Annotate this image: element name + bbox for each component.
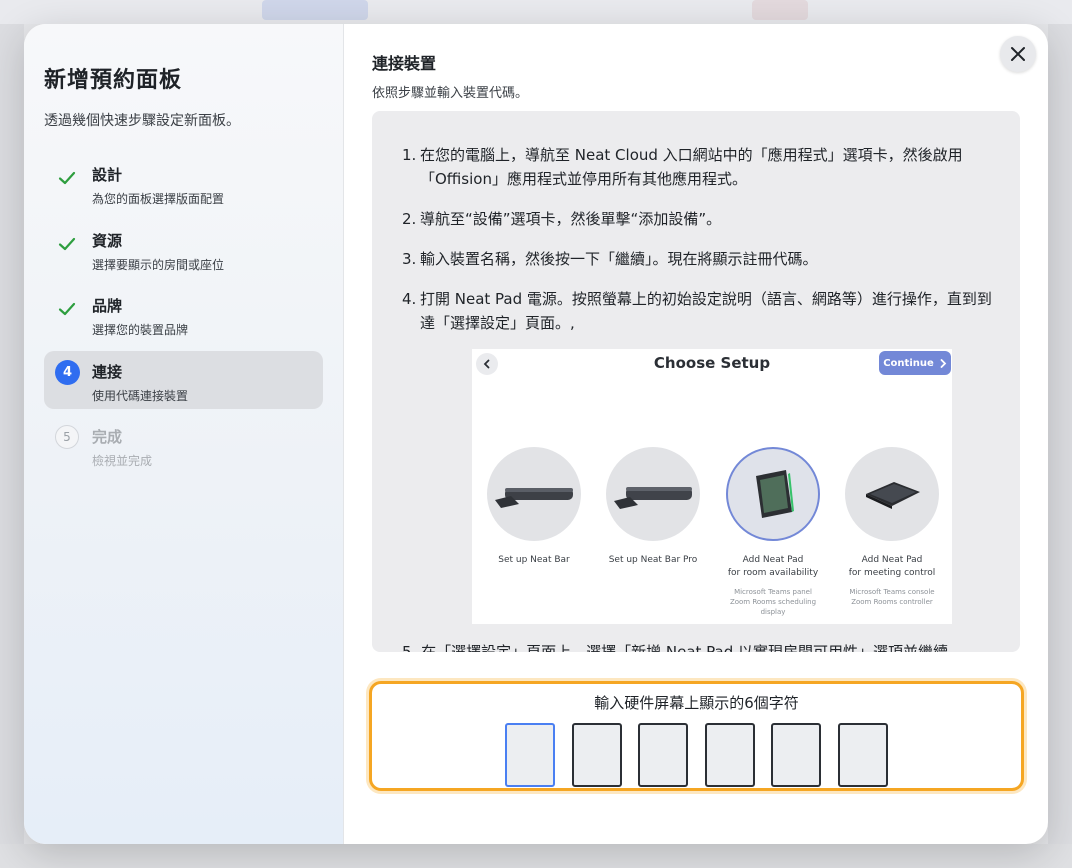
neat-pad-control-image [845,447,939,541]
step-resources[interactable]: 資源 選擇要顯示的房間或座位 [44,220,323,278]
code-cell-4[interactable] [704,723,755,787]
step-finish: 5 完成 檢視並完成 [44,416,323,474]
instruction-number: 4. [402,290,417,308]
chevron-right-icon [940,358,947,368]
instruction-number: 2. [402,210,417,228]
background-bottom [0,844,1072,868]
step-description: 選擇您的裝置品牌 [92,323,189,337]
check-icon [55,232,79,256]
setup-option: Set up Neat Bar Pro [605,447,701,567]
code-cell-5[interactable] [771,723,822,787]
step-label: 資源 [92,231,123,250]
instruction-step: 3. 輸入裝置名稱，然後按一下「繼續」。現在將顯示註冊代碼。 [402,247,996,271]
close-button[interactable] [1000,36,1036,72]
instruction-text: 導航至“設備”選項卡，然後單擊“添加設備”。 [420,210,722,228]
step-connect[interactable]: 4 連接 使用代碼連接裝置 [44,350,323,409]
instruction-number: 1. [402,146,417,164]
step-label: 品牌 [92,297,123,315]
step-label: 設計 [92,166,123,184]
modal-subtitle: 透過幾個快速步驟設定新面板。 [44,113,240,129]
step-label: 連接 [92,362,123,381]
step-description: 使用代碼連接裝置 [92,388,189,403]
setup-option: Add Neat Pad for meeting control Microso… [844,447,940,607]
instruction-text: 輸入裝置名稱，然後按一下「繼續」。現在將顯示註冊代碼。 [420,250,818,268]
step-brand[interactable]: 品牌 選擇您的裝置品牌 [44,285,323,343]
continue-label: Continue [883,357,934,369]
instruction-text: 打開 Neat Pad 電源。按照螢幕上的初始設定說明（語言、網路等）進行操作，… [420,290,992,332]
instructions-list: 1. 在您的電腦上，導航至 Neat Cloud 入口網站中的「應用程式」選項卡… [402,143,996,335]
step-description: 選擇要顯示的房間或座位 [92,257,225,272]
code-entry-label: 輸入硬件屏幕上顯示的6個字符 [594,694,799,712]
setup-option-label: Set up Neat Bar [498,555,570,565]
step-label: 完成 [92,428,123,446]
modal-title: 新增預約面板 [44,68,183,93]
instruction-step: 4. 打開 Neat Pad 電源。按照螢幕上的初始設定說明（語言、網路等）進行… [402,287,996,335]
setup-option-note: Microsoft Teams console Zoom Rooms contr… [849,588,935,606]
background-right [1048,24,1072,868]
code-cell-6[interactable] [837,723,888,787]
wizard-sidebar: 新增預約面板 透過幾個快速步驟設定新面板。 設計 為您的面板選擇版面配置 資源 … [24,24,344,844]
check-icon [55,297,79,321]
neat-bar-pro-image [606,447,700,541]
step-number-badge: 4 [55,359,80,385]
add-panel-modal: 新增預約面板 透過幾個快速步驟設定新面板。 設計 為您的面板選擇版面配置 資源 … [24,24,1048,844]
wizard-steps: 設計 為您的面板選擇版面配置 資源 選擇要顯示的房間或座位 品牌 選擇您的裝置品… [44,154,323,474]
instruction-number: 5. [402,643,417,652]
close-icon [1011,47,1025,61]
instruction-text: 在「選擇設定」頁面上，選擇「新增 Neat Pad 以實現房間可用性」選項並繼續… [421,643,964,652]
instruction-step: 2. 導航至“設備”選項卡，然後單擊“添加設備”。 [402,207,996,231]
setup-continue-badge: Continue [879,351,951,375]
device-code-entry: 輸入硬件屏幕上顯示的6個字符 [369,681,1024,791]
background-chip [752,0,808,20]
neat-bar-image [487,447,581,541]
setup-option-selected: Add Neat Pad for room availability Micro… [725,447,821,617]
step-description: 檢視並完成 [92,454,153,468]
step-design[interactable]: 設計 為您的面板選擇版面配置 [44,154,323,212]
instruction-step: 1. 在您的電腦上，導航至 Neat Cloud 入口網站中的「應用程式」選項卡… [402,143,996,191]
background-topbar [0,0,1072,24]
instructions-panel[interactable]: 1. 在您的電腦上，導航至 Neat Cloud 入口網站中的「應用程式」選項卡… [372,111,1020,652]
section-subtitle: 依照步驟並輸入裝置代碼。 [372,86,529,101]
instruction-number: 3. [402,250,417,268]
setup-option-label: Set up Neat Bar Pro [608,555,698,565]
code-cell-2[interactable] [571,723,622,787]
choose-setup-screenshot: Choose Setup Continue Set up Neat Bar Se… [472,349,952,624]
neat-pad-room-image [726,447,820,541]
code-cells [372,723,1021,787]
setup-option-label: Add Neat Pad for room availability [727,555,819,578]
check-icon [55,166,79,190]
step-number-badge: 5 [55,425,79,449]
instruction-step-partial: 5. 在「選擇設定」頁面上，選擇「新增 Neat Pad 以實現房間可用性」選項… [402,641,963,652]
setup-option-label: Add Neat Pad for meeting control [848,555,936,578]
step-description: 為您的面板選擇版面配置 [92,192,225,206]
code-cell-1[interactable] [505,723,556,787]
section-title: 連接裝置 [372,54,437,73]
background-left [0,24,24,868]
setup-option-note: Microsoft Teams panel Zoom Rooms schedul… [729,588,817,616]
instruction-text: 在您的電腦上，導航至 Neat Cloud 入口網站中的「應用程式」選項卡，然後… [420,146,963,188]
connect-device-panel: 連接裝置 依照步驟並輸入裝置代碼。 1. 在您的電腦上，導航至 Neat Clo… [344,24,1048,844]
code-cell-3[interactable] [638,723,689,787]
setup-option: Set up Neat Bar [486,447,582,567]
background-chip [262,0,368,20]
